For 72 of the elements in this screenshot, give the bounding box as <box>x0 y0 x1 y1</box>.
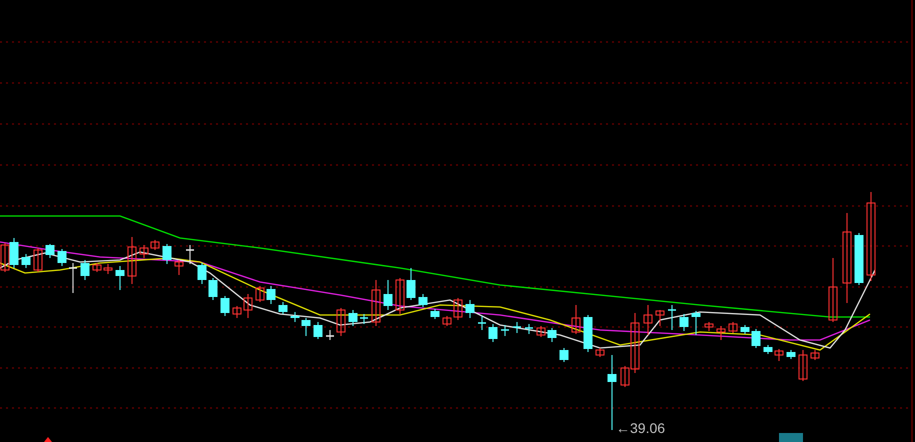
candlestick <box>22 254 30 268</box>
candlestick <box>116 266 124 290</box>
candlestick <box>69 262 77 294</box>
candlestick <box>740 324 750 334</box>
candlestick <box>220 296 230 316</box>
candlestick <box>668 304 676 330</box>
candlestick <box>798 350 808 382</box>
candlestick <box>644 304 652 336</box>
candlestick <box>406 268 416 300</box>
candlestick <box>128 236 136 284</box>
candlestick <box>162 244 172 264</box>
candlestick <box>244 294 252 318</box>
candlestick <box>548 328 556 342</box>
candlestick <box>786 350 796 360</box>
candlestick <box>326 330 334 340</box>
candlestick <box>384 280 392 310</box>
candlestick <box>80 260 90 280</box>
candlestick <box>336 308 346 336</box>
candlestick <box>290 312 300 322</box>
candlestick <box>728 322 738 334</box>
candlestick <box>10 238 18 268</box>
candlestick <box>488 324 498 342</box>
candlestick <box>418 294 428 308</box>
candlestick <box>372 280 380 326</box>
candlestick <box>536 326 546 338</box>
candlestick <box>278 302 288 314</box>
candlestick <box>716 326 726 340</box>
badge-fragment <box>779 433 803 442</box>
candlestick <box>34 248 42 272</box>
candlestick <box>572 304 580 334</box>
candlestick <box>198 262 206 284</box>
candlestick <box>92 262 102 272</box>
candlestick <box>266 286 276 304</box>
candlestick <box>58 248 66 266</box>
candlestick <box>680 314 688 332</box>
candlestick <box>454 298 462 320</box>
candlestick <box>828 258 838 322</box>
candlestick <box>256 286 264 302</box>
candlestick <box>466 300 474 318</box>
candlestick <box>348 310 358 326</box>
candlestick <box>704 322 714 332</box>
candlestick <box>208 278 218 300</box>
candlestick <box>501 324 509 336</box>
candlestick <box>186 244 194 264</box>
candlestick <box>396 278 404 314</box>
candlestick <box>513 322 521 334</box>
candlestick <box>656 310 664 326</box>
candlestick <box>525 324 533 334</box>
candlestick <box>302 318 310 336</box>
candlestick <box>232 306 242 318</box>
low-price-label: ←39.06 <box>616 421 666 435</box>
candlestick <box>314 322 322 340</box>
candlestick <box>150 240 160 250</box>
triangle-marker-icon <box>44 437 52 442</box>
candlestick <box>752 328 760 348</box>
candlestick <box>360 314 368 324</box>
candlestick <box>104 264 112 274</box>
candlestick <box>174 260 184 276</box>
candlestick <box>596 348 604 358</box>
candlestick <box>584 314 592 352</box>
candlestick <box>46 244 54 258</box>
candlestick <box>764 344 772 354</box>
candlestick <box>810 350 820 360</box>
candlestick <box>430 308 440 320</box>
candlestick <box>478 316 486 330</box>
candlestick <box>140 244 148 258</box>
candlestick <box>560 348 568 362</box>
candlestick <box>0 242 10 272</box>
candlestick <box>442 316 452 326</box>
candlestick <box>854 232 864 286</box>
candlestick <box>692 310 700 336</box>
candlestick <box>774 348 784 362</box>
